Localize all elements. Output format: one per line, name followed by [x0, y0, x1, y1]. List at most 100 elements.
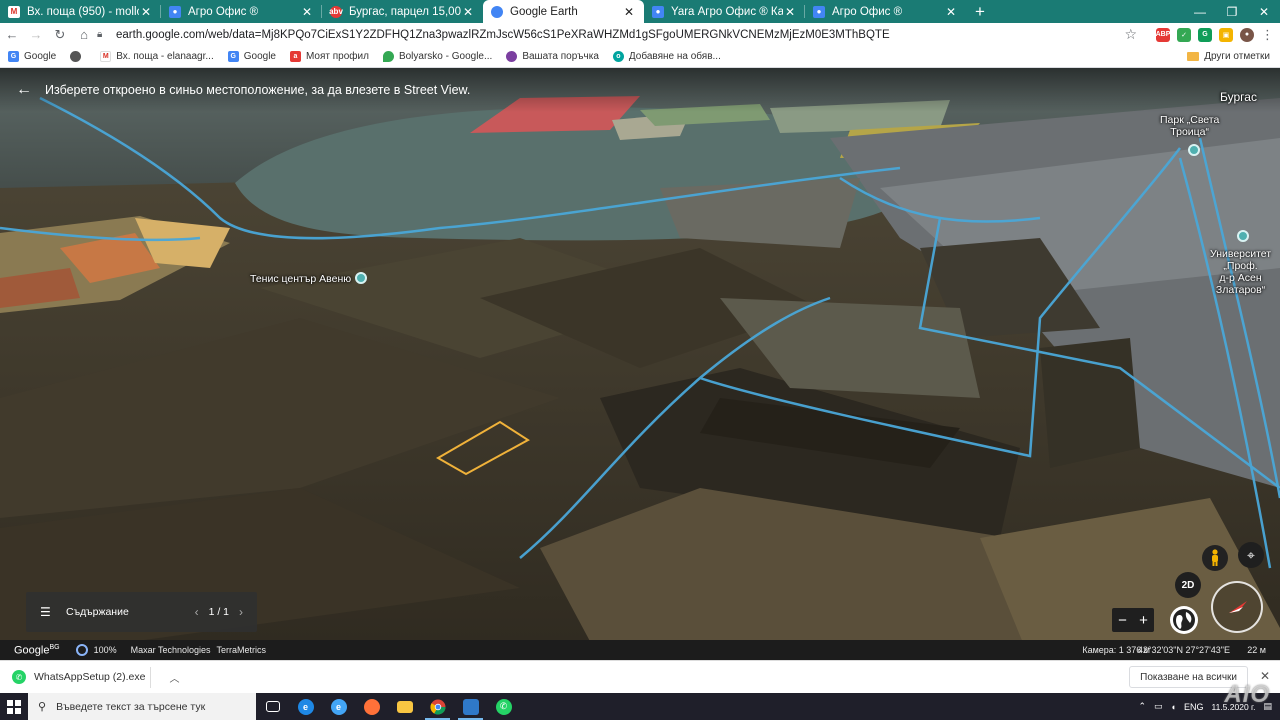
reload-icon[interactable]: ↻: [48, 23, 72, 46]
list-icon[interactable]: ☰: [40, 605, 54, 619]
map-label-park[interactable]: Парк „Света Троица“: [1160, 114, 1219, 138]
extensions: ABP ✓ G ▣ ● ⋮: [1156, 23, 1274, 46]
tab-agro-office-2[interactable]: ● Агро Офис ® ✕: [805, 0, 966, 23]
tab-title: Агро Офис ®: [832, 5, 903, 18]
coordinates[interactable]: 42°32'03"N 27°27'43"E: [1138, 645, 1230, 655]
other-bookmarks[interactable]: Други отметки: [1187, 51, 1270, 62]
back-icon[interactable]: ←: [0, 23, 24, 46]
close-icon[interactable]: ✕: [944, 5, 958, 19]
back-arrow-icon[interactable]: ←: [16, 81, 38, 99]
photos-icon[interactable]: [454, 693, 487, 720]
street-view-banner: ← Изберете откроено в синьо местоположен…: [0, 68, 1280, 112]
volume-icon[interactable]: ◖: [1171, 702, 1176, 712]
bookmark-google-2[interactable]: G Google: [227, 51, 276, 62]
loading-percent: 100%: [93, 645, 117, 655]
url-text[interactable]: earth.google.com/web/data=Mj8KPQo7CiExS1…: [116, 29, 890, 41]
bookmark-star-icon[interactable]: ☆: [1124, 26, 1137, 43]
edge-icon[interactable]: e: [289, 693, 322, 720]
olx-icon: o: [612, 51, 624, 62]
start-button[interactable]: [0, 693, 28, 720]
forward-icon[interactable]: →: [24, 23, 48, 46]
task-view-icon[interactable]: [256, 693, 289, 720]
tab-title: Бургас, парцел 15,000 дка. -Чар: [349, 5, 461, 18]
close-icon[interactable]: ✕: [783, 5, 797, 19]
menu-icon[interactable]: ⋮: [1261, 27, 1274, 43]
university-pin-icon[interactable]: [1237, 230, 1249, 242]
attribution-terrametrics[interactable]: TerraMetrics: [217, 645, 267, 655]
home-icon[interactable]: ⌂: [72, 23, 96, 46]
tab-title: Yara Агро Офис ® Карти - Agro: [671, 5, 783, 18]
shield-icon[interactable]: ✓: [1177, 27, 1191, 42]
tab-gmail[interactable]: M Вх. поща (950) - mollov67@gmail ✕: [0, 0, 161, 23]
firefox-icon[interactable]: [355, 693, 388, 720]
maximize-icon[interactable]: ❐: [1216, 0, 1248, 23]
new-tab-button[interactable]: +: [966, 0, 994, 23]
chevron-up-icon[interactable]: ︿: [169, 670, 179, 685]
maps-pin-icon: [382, 51, 394, 62]
pegman-icon[interactable]: [1202, 545, 1228, 571]
browser-toolbar: ← → ↻ ⌂ 🔒︎ earth.google.com/web/data=Mj8…: [0, 23, 1280, 46]
mode-2d-button[interactable]: 2D: [1175, 572, 1201, 598]
map-label-tennis[interactable]: Тенис център Авеню: [250, 273, 351, 285]
zoom-out-button[interactable]: −: [1118, 612, 1127, 629]
tab-title: Google Earth: [510, 5, 578, 18]
search-icon: ⚲: [38, 701, 47, 713]
close-window-icon[interactable]: ✕: [1248, 0, 1280, 23]
folder-icon: [1187, 52, 1200, 61]
address-bar[interactable]: 🔒︎ earth.google.com/web/data=Mj8KPQo7CiE…: [97, 23, 1137, 46]
tab-yara-maps[interactable]: ● Yara Агро Офис ® Карти - Agro ✕: [644, 0, 805, 23]
gmail-icon: M: [8, 5, 20, 18]
close-icon[interactable]: ✕: [461, 5, 475, 19]
earth-viewport[interactable]: ← Изберете откроено в синьо местоположен…: [0, 68, 1280, 660]
chevron-up-icon[interactable]: ⌃: [1138, 701, 1146, 712]
close-icon[interactable]: ✕: [622, 5, 636, 19]
file-explorer-icon[interactable]: [388, 693, 421, 720]
close-icon[interactable]: ✕: [300, 5, 314, 19]
windows-icon: [7, 699, 21, 714]
google-icon: G: [8, 51, 19, 62]
bookmark-globe[interactable]: [70, 51, 86, 62]
zoom-in-button[interactable]: +: [1139, 612, 1148, 629]
tab-burgas-parcel[interactable]: abv Бургас, парцел 15,000 дка. -Чар ✕: [322, 0, 483, 23]
bookmark-inbox[interactable]: M Вх. поща - elanaagr...: [100, 51, 214, 62]
bookmark-google[interactable]: G Google: [8, 51, 56, 62]
attribution-maxar[interactable]: Maxar Technologies: [131, 645, 211, 655]
map-label-university[interactable]: Университет „Проф. д-р Асен Златаров“: [1210, 248, 1271, 296]
download-item[interactable]: ✆ WhatsAppSetup (2).exe ︿: [12, 670, 179, 685]
globe-view-icon[interactable]: [1170, 606, 1198, 634]
aio-watermark: AIO: [1224, 681, 1270, 708]
network-icon[interactable]: ▭: [1154, 701, 1163, 712]
chevron-right-icon[interactable]: ›: [239, 605, 243, 619]
map-label-city[interactable]: Бургас: [1220, 90, 1257, 104]
minimize-icon[interactable]: —: [1184, 0, 1216, 23]
chevron-left-icon[interactable]: ‹: [195, 605, 199, 619]
close-icon[interactable]: ✕: [139, 5, 153, 19]
satellite-terrain[interactable]: [0, 68, 1280, 660]
bookmark-olx[interactable]: o Добавяне на обяв...: [612, 51, 721, 62]
park-pin-icon[interactable]: [1188, 144, 1200, 156]
tab-agro-office[interactable]: ● Агро Офис ® ✕: [161, 0, 322, 23]
cast-icon[interactable]: ▣: [1219, 27, 1233, 42]
avatar[interactable]: ●: [1240, 27, 1254, 42]
globe-icon: ●: [652, 5, 664, 18]
earth-icon: [491, 5, 503, 18]
bookmark-bolyarsko[interactable]: Bolyarsko - Google...: [382, 51, 492, 62]
adblock-icon[interactable]: ABP: [1156, 27, 1170, 42]
tennis-pin-icon[interactable]: [355, 272, 367, 284]
globe-icon: ●: [169, 5, 181, 18]
tab-google-earth[interactable]: Google Earth ✕: [483, 0, 644, 23]
whatsapp-taskbar-icon[interactable]: ✆: [487, 693, 520, 720]
chrome-icon[interactable]: [421, 693, 454, 720]
my-location-icon[interactable]: ⌖: [1238, 542, 1264, 568]
taskbar-search[interactable]: ⚲ Въведете текст за търсене тук: [28, 693, 256, 720]
ie-icon[interactable]: e: [322, 693, 355, 720]
globe-icon: ●: [813, 5, 825, 18]
language-indicator[interactable]: ENG: [1184, 702, 1204, 712]
extension-icon[interactable]: G: [1198, 27, 1212, 42]
download-shelf: ✆ WhatsAppSetup (2).exe ︿ Показване на в…: [0, 660, 1280, 693]
compass-icon[interactable]: [1211, 581, 1263, 633]
contents-panel[interactable]: ☰ Съдържание ‹ 1 / 1 ›: [26, 592, 257, 632]
bookmark-order[interactable]: Вашата поръчка: [506, 51, 599, 62]
bookmark-profile[interactable]: a Моят профил: [289, 51, 369, 62]
tab-strip: M Вх. поща (950) - mollov67@gmail ✕ ● Аг…: [0, 0, 1280, 23]
